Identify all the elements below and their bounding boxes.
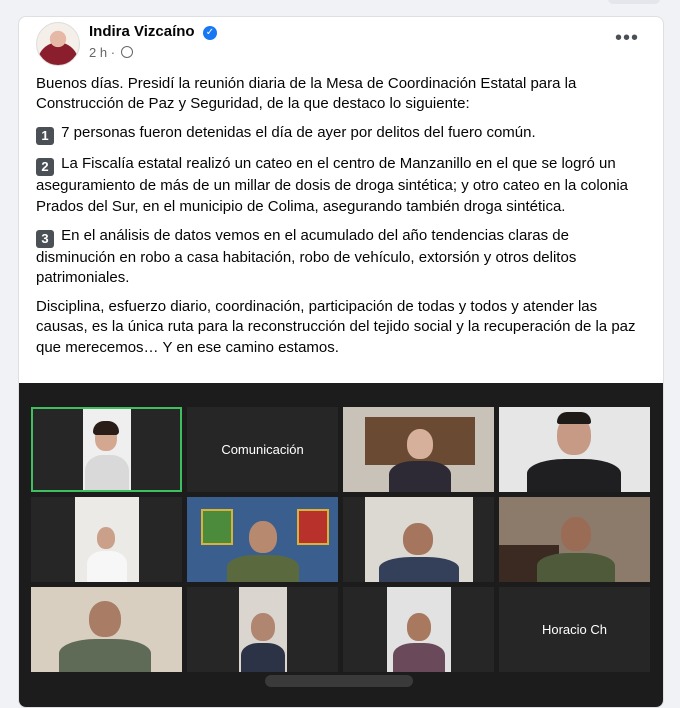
participant-tile (343, 407, 494, 492)
participant-head (97, 527, 115, 549)
participant-body (227, 555, 299, 582)
participant-video (365, 497, 473, 582)
participant-head (561, 517, 591, 551)
participant-name: Comunicación (221, 442, 304, 457)
participant-video (343, 407, 494, 492)
participant-tile (343, 587, 494, 672)
participant-body (85, 455, 129, 490)
participant-tile (187, 587, 338, 672)
verified-badge-icon: ✓ (203, 26, 217, 40)
participant-tile (31, 497, 182, 582)
flag-emblem (201, 509, 233, 545)
participant-tile (499, 497, 650, 582)
participant-tile (499, 407, 650, 492)
paragraph-text: 7 personas fueron detenidas el día de ay… (61, 124, 536, 142)
participant-video (499, 497, 650, 582)
flag-emblem (297, 509, 329, 545)
post-card: Indira Vizcaíno ✓ 2 h · ••• Buenos días.… (18, 16, 664, 708)
participant-head (89, 601, 121, 637)
post-text: Buenos días. Presidí la reunión diaria d… (36, 74, 648, 367)
post-paragraph: Disciplina, esfuerzo diario, coordinació… (36, 298, 636, 356)
participant-head (251, 613, 275, 641)
globe-icon (120, 46, 133, 58)
keycap-1-icon: 1 (36, 127, 54, 146)
participant-video (239, 587, 287, 672)
keycap-2-icon: 2 (36, 158, 54, 177)
post-paragraph: 1 7 personas fueron detenidas el día de … (36, 123, 648, 146)
author-name[interactable]: Indira Vizcaíno (89, 23, 195, 40)
post-time[interactable]: 2 h (89, 45, 107, 60)
participant-body (527, 459, 621, 492)
paragraph-text: En el análisis de datos vemos en el acum… (36, 226, 577, 287)
participant-head (407, 429, 433, 459)
participant-video (31, 587, 182, 672)
video-call-screenshot[interactable]: Comunicación Horacio Ch (19, 383, 663, 707)
participant-tile (31, 587, 182, 672)
participant-head (407, 613, 431, 641)
participant-tile: Horacio Ch (499, 587, 650, 672)
post-paragraph: 3 En el análisis de datos vemos en el ac… (36, 226, 648, 288)
participant-video (187, 497, 338, 582)
post-paragraph: 2 La Fiscalía estatal realizó un cateo e… (36, 154, 648, 216)
top-scroll-pill (608, 0, 660, 4)
participant-tile: Comunicación (187, 407, 338, 492)
participant-body (537, 553, 615, 582)
participant-video (83, 409, 131, 490)
participant-video (75, 497, 139, 582)
participant-body (87, 551, 127, 582)
participant-video (387, 587, 451, 672)
meta-separator: · (110, 45, 116, 60)
participant-body (389, 461, 451, 492)
post-meta: 2 h · (89, 45, 133, 60)
paragraph-text: La Fiscalía estatal realizó un cateo en … (36, 155, 629, 215)
participant-body (59, 639, 151, 672)
author-avatar[interactable] (36, 22, 80, 66)
participant-video (499, 407, 650, 492)
participant-hair (557, 412, 591, 424)
participant-tile (187, 497, 338, 582)
post-paragraph: Buenos días. Presidí la reunión diaria d… (36, 75, 577, 113)
participant-tile (31, 407, 182, 492)
participant-name: Horacio Ch (541, 622, 608, 637)
participant-body (241, 643, 285, 672)
video-scroll-indicator (265, 675, 413, 687)
more-options-button[interactable]: ••• (615, 28, 639, 48)
participant-head (403, 523, 433, 555)
participant-body (379, 557, 459, 582)
participant-head (249, 521, 277, 553)
keycap-3-icon: 3 (36, 229, 54, 248)
participant-tile (343, 497, 494, 582)
page-top-strip (0, 0, 680, 10)
participant-body (393, 643, 445, 672)
participant-hair (93, 421, 119, 435)
